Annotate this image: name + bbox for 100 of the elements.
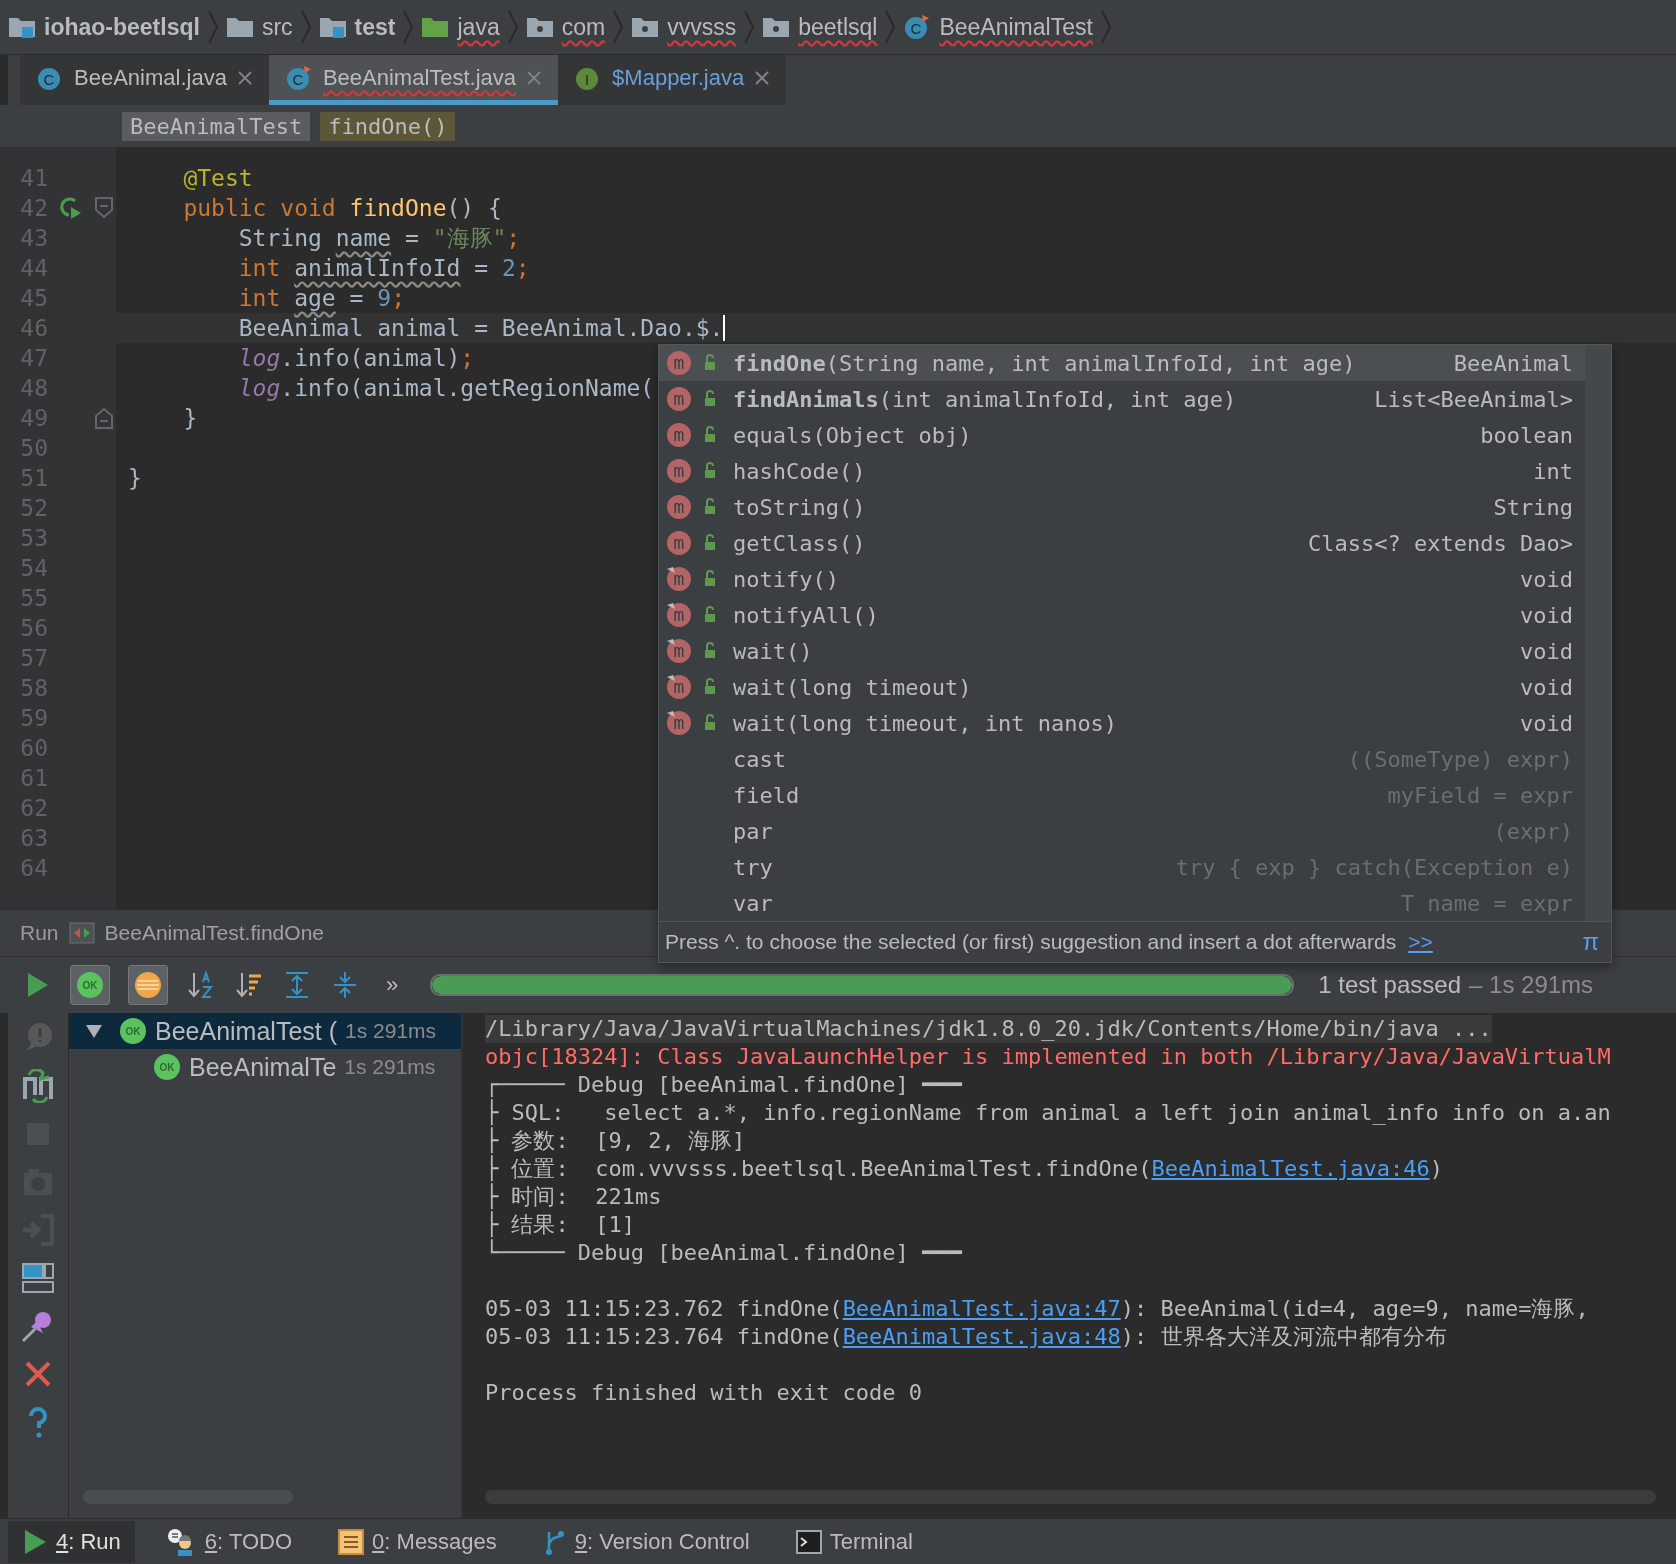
tool-window-button[interactable]: 6: TODO [152,1520,307,1563]
completion-item[interactable]: m equals(Object obj) boolean [659,417,1585,453]
close-icon[interactable] [526,69,543,86]
source-link[interactable]: BeeAnimalTest.java:47 [842,1296,1121,1321]
folder-icon [318,15,347,39]
completion-item[interactable]: m getClass() Class<? extends Dao> [659,525,1585,561]
console-line: ┌───── Debug [beeAnimal.findOne] ━━━ [485,1071,963,1099]
tool-window-button[interactable]: Terminal [781,1520,927,1563]
test-tree-item[interactable]: OK BeeAnimalTe 1s 291ms [69,1049,461,1085]
completion-name: field [733,782,801,808]
completion-item[interactable]: m toString() String [659,489,1585,525]
completion-type: void [1520,638,1573,664]
completion-item[interactable]: m wait(long timeout) void [659,669,1585,705]
show-ignored-toggle[interactable] [128,965,168,1005]
fold-icon[interactable] [94,197,114,219]
completion-item[interactable]: m notify() void [659,561,1585,597]
console-line: objc[18324]: Class JavaLaunchHelper is implemented in both /Library/Java/JavaVirtualM [485,1043,1612,1071]
rerun-failed-icon[interactable] [21,1069,55,1103]
completion-name: wait(long timeout, int nanos) [733,710,1119,736]
editor-tab[interactable]: C BeeAnimal.java [20,55,269,105]
package-icon [762,15,791,39]
source-link[interactable]: BeeAnimalTest.java:46 [1151,1156,1430,1181]
completion-name: getClass() [733,530,867,556]
editor-tab[interactable]: C BeeAnimalTest.java [268,55,559,105]
breadcrumb-item[interactable]: java [413,10,518,44]
completion-type: BeeAnimal [1453,350,1573,376]
breadcrumb-item[interactable]: C BeeAnimalTest [895,10,1111,44]
completion-item[interactable]: m notifyAll() void [659,597,1585,633]
completion-item[interactable]: m findOne(String name, int animalInfoId, int age) BeeAnimal [659,345,1585,381]
completion-item[interactable]: m wait() void [659,633,1585,669]
show-passed-toggle[interactable]: OK [70,965,110,1005]
code-line: int age = 9; [237,285,405,311]
console-line: ├ 时间: 221ms [485,1183,663,1211]
code-line: } [182,405,198,431]
code-line: public void findOne() { [182,195,502,221]
code-line: @Test [182,165,253,191]
console-line: ├ 参数: [9, 2, 海豚] [485,1127,747,1155]
console-line: Process finished with exit code 0 [485,1379,924,1407]
completion-name: hashCode() [733,458,867,484]
source-link[interactable]: BeeAnimalTest.java:48 [842,1324,1121,1349]
test-status: 1 test passed [1318,971,1461,999]
run-config-tab[interactable]: BeeAnimalTest.findOne [104,921,324,945]
tool-window-button[interactable]: 9: Version Control [528,1520,764,1563]
terminal-icon [795,1529,822,1554]
tool-window-button[interactable]: 0: Messages [324,1520,511,1563]
completion-name: notify() [733,566,840,592]
tool-window-button[interactable]: 4: Run [8,1520,135,1563]
messages-icon [338,1528,365,1555]
passed-icon: OK [119,1017,147,1045]
close-icon[interactable] [754,69,771,86]
sort-alphabetically-icon[interactable] [186,970,216,1000]
more-button[interactable]: » [378,972,407,998]
breadcrumb-item[interactable]: iohao-beetlsql [0,10,218,44]
completion-name: par [733,818,774,844]
completion-name: wait(long timeout) [733,674,973,700]
completion-type: boolean [1480,422,1573,448]
code-line: String name = "海豚"; [237,223,521,253]
run-test-icon[interactable] [57,195,83,221]
panel-title: Run [20,921,59,945]
completion-name: cast [733,746,787,772]
code-breadcrumb[interactable]: findOne() [320,111,456,141]
breadcrumb-item[interactable]: vvvsss [623,10,755,44]
more-link[interactable]: >> [1408,930,1433,954]
completion-item[interactable]: m findAnimals(int animalInfoId, int age) List<BeeAnimal> [659,381,1585,417]
completion-name: wait() [733,638,814,664]
close-icon[interactable] [236,69,253,86]
completion-type: void [1520,566,1573,592]
completion-type: Class<? extends Dao> [1308,530,1573,556]
editor-tab[interactable]: I $Mapper.java [558,55,787,105]
folder-icon [8,15,36,39]
completion-name: toString() [733,494,867,520]
completion-type: void [1520,710,1573,736]
sort-by-duration-icon[interactable] [234,970,264,1000]
completion-type: void [1520,674,1573,700]
completion-item[interactable]: m hashCode() int [659,453,1585,489]
completion-type: List<BeeAnimal> [1374,386,1573,412]
completion-type: String [1493,494,1573,520]
completion-name: var [733,890,774,916]
fold-icon[interactable] [94,407,114,429]
breadcrumb-item[interactable]: test [310,10,414,44]
package-icon [525,15,554,39]
pi-icon[interactable]: π [1582,928,1605,956]
breadcrumb-item[interactable]: com [517,10,624,44]
expand-arrow-icon[interactable] [85,1023,103,1039]
code-line: } [127,465,142,491]
layout-icon[interactable] [21,1261,55,1295]
code-line: int animalInfoId = 2; [237,255,530,281]
completion-item[interactable]: m wait(long timeout, int nanos) void [659,705,1585,741]
completion-hint: Press ^. to choose the selected (or first) suggestion and insert a dot afterwards [665,930,1397,954]
breadcrumb-item[interactable]: src [217,10,311,44]
code-line: log.info(animal.getRegionName( [237,375,655,401]
console-line: 05-03 11:15:23.762 findOne(BeeAnimalTest.java:47): BeeAnimal(id=4, age=9, name=海豚, [485,1295,1590,1323]
breadcrumb-item[interactable]: beetlsql [754,10,896,44]
run-icon [22,1527,48,1556]
passed-icon: OK [153,1053,181,1081]
run-config-icon [68,922,95,944]
test-tree-item[interactable]: OK BeeAnimalTest ( 1s 291ms [69,1013,461,1049]
package-icon [631,15,660,39]
console-line: └───── Debug [beeAnimal.findOne] ━━━ [485,1239,963,1267]
code-breadcrumb[interactable]: BeeAnimalTest [122,111,311,141]
